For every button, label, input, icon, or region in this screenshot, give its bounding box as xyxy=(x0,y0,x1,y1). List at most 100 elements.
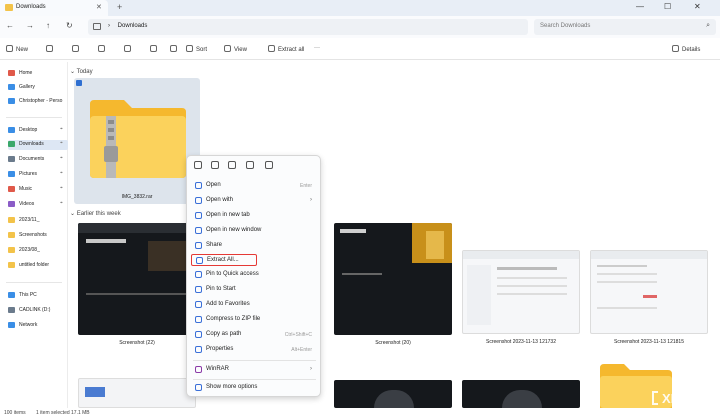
pc-icon xyxy=(8,292,15,298)
view-label: View xyxy=(234,47,247,53)
menu-item-compress-zip[interactable]: Compress to ZIP file xyxy=(191,314,318,326)
menu-item-open-new-window[interactable]: Open in new window xyxy=(191,225,318,237)
sidebar-item-documents[interactable]: Documents ⌖ xyxy=(8,155,68,165)
selection-checkbox[interactable] xyxy=(76,80,82,86)
cut-icon[interactable] xyxy=(46,45,56,53)
sidebar-item-screenshots[interactable]: Screenshots xyxy=(8,231,68,241)
menu-item-add-favorites[interactable]: Add to Favorites xyxy=(191,299,318,311)
new-tab-button[interactable]: + xyxy=(117,2,122,12)
chevron-right-icon: › xyxy=(310,197,312,203)
group-header-today[interactable]: ⌄ Today xyxy=(70,68,93,75)
file-name: Screenshot 2023-11-13 121815 xyxy=(614,339,684,345)
sidebar-item-folder[interactable]: 2023/08_ xyxy=(8,246,68,256)
sidebar-item-gallery[interactable]: Gallery xyxy=(8,83,68,93)
copy-icon[interactable] xyxy=(211,161,219,169)
sort-icon xyxy=(186,45,193,52)
breadcrumb[interactable]: › Downloads xyxy=(108,23,147,29)
rename-icon[interactable] xyxy=(228,161,236,169)
sort-button[interactable]: Sort xyxy=(186,45,207,53)
sidebar-item-downloads[interactable]: Downloads ⌖ xyxy=(8,140,68,150)
delete-icon[interactable] xyxy=(170,45,180,53)
back-button[interactable]: ← xyxy=(6,21,14,30)
sidebar-item-onedrive[interactable]: Christopher - Perso xyxy=(8,97,68,107)
file-tile[interactable]: Screenshot (20) xyxy=(334,223,452,349)
menu-item-open-new-tab[interactable]: Open in new tab xyxy=(191,210,318,222)
menu-item-properties[interactable]: Properties Alt+Enter xyxy=(191,344,318,356)
breadcrumb-downloads[interactable]: Downloads xyxy=(118,23,148,29)
up-button[interactable]: ↑ xyxy=(46,21,50,30)
xda-watermark: XDA xyxy=(650,387,714,409)
share-icon[interactable] xyxy=(246,161,254,169)
tab-close-button[interactable]: ✕ xyxy=(96,3,102,11)
sidebar-item-folder[interactable]: 2023/11_ xyxy=(8,216,68,226)
forward-button[interactable]: → xyxy=(26,21,34,30)
menu-item-winrar[interactable]: WinRAR › xyxy=(191,364,318,376)
details-button[interactable]: Details xyxy=(672,45,700,53)
pin-icon: ⌖ xyxy=(60,155,63,161)
file-tile[interactable] xyxy=(78,378,196,408)
menu-item-show-more-options[interactable]: Show more options xyxy=(191,382,318,394)
close-window-button[interactable]: ✕ xyxy=(694,2,701,11)
file-tile[interactable] xyxy=(334,380,452,408)
share-icon[interactable] xyxy=(150,45,160,53)
menu-item-open[interactable]: Open Enter xyxy=(191,180,318,192)
new-button[interactable]: New xyxy=(6,45,28,53)
screenshot-thumbnail xyxy=(334,380,452,408)
video-icon xyxy=(8,201,15,207)
rename-icon[interactable] xyxy=(124,45,134,53)
menu-shortcut: Alt+Enter xyxy=(291,347,312,353)
refresh-button[interactable]: ↻ xyxy=(66,21,73,30)
search-input[interactable]: Search Downloads ⌕ xyxy=(534,19,716,35)
sidebar-item-label: Screenshots xyxy=(19,232,47,238)
maximize-button[interactable]: ☐ xyxy=(664,2,671,11)
menu-item-pin-quick-access[interactable]: Pin to Quick access xyxy=(191,269,318,281)
details-icon xyxy=(672,45,679,52)
more-options-button[interactable]: ··· xyxy=(314,45,320,51)
sidebar-item-network[interactable]: Network xyxy=(8,321,68,331)
cloud-icon xyxy=(8,98,15,104)
file-tile[interactable]: Screenshot 2023-11-13 121815 xyxy=(590,250,708,350)
sidebar-item-pictures[interactable]: Pictures ⌖ xyxy=(8,170,68,180)
extract-all-button[interactable]: Extract all xyxy=(268,45,304,53)
view-button[interactable]: View xyxy=(224,45,247,53)
sidebar-item-cadlink-drive[interactable]: CADLINK (D:) xyxy=(8,306,68,316)
menu-item-pin-start[interactable]: Pin to Start xyxy=(191,284,318,296)
sidebar-item-label: Home xyxy=(19,70,33,76)
menu-item-label: Open with xyxy=(206,197,234,203)
winrar-icon xyxy=(195,366,202,373)
file-tile-selected[interactable]: IMG_3832.rar xyxy=(74,78,200,204)
sidebar-item-label: Network xyxy=(19,322,38,328)
sidebar-item-home[interactable]: Home xyxy=(8,69,68,79)
file-tile[interactable] xyxy=(462,380,580,408)
new-label: New xyxy=(16,47,29,53)
minimize-button[interactable]: — xyxy=(636,2,644,11)
menu-item-extract-all[interactable]: Extract All... xyxy=(191,254,257,266)
menu-item-label: WinRAR xyxy=(206,366,230,372)
sidebar-item-videos[interactable]: Videos ⌖ xyxy=(8,200,68,210)
paste-icon[interactable] xyxy=(98,45,108,53)
pictures-icon xyxy=(8,171,15,177)
group-header-earlier-this-week[interactable]: ⌄ Earlier this week xyxy=(70,210,121,217)
file-tile[interactable]: Screenshot 2023-11-13 121732 xyxy=(462,250,580,350)
menu-item-open-with[interactable]: Open with › xyxy=(191,195,318,207)
sidebar-item-label: Downloads xyxy=(19,141,44,147)
item-count: 100 items xyxy=(4,410,26,416)
copy-icon[interactable] xyxy=(72,45,82,53)
menu-item-copy-path[interactable]: Copy as path Ctrl+Shift+C xyxy=(191,329,318,341)
sidebar-item-music[interactable]: Music ⌖ xyxy=(8,185,68,195)
sidebar-item-desktop[interactable]: Desktop ⌖ xyxy=(8,126,68,136)
extract-icon xyxy=(268,45,275,52)
extract-icon xyxy=(196,257,203,264)
menu-item-share[interactable]: Share xyxy=(191,240,318,252)
address-bar[interactable]: › Downloads xyxy=(88,19,528,35)
cut-icon[interactable] xyxy=(194,161,202,169)
network-icon xyxy=(8,322,15,328)
file-tile[interactable]: Screenshot (22) xyxy=(78,223,196,349)
tab-downloads[interactable]: Downloads ✕ xyxy=(0,0,108,16)
sidebar-item-label: Videos xyxy=(19,201,35,207)
copy-glyph xyxy=(72,45,79,52)
delete-icon[interactable] xyxy=(265,161,273,169)
star-icon xyxy=(195,301,202,308)
sidebar-item-untitled-folder[interactable]: untitled folder xyxy=(8,261,68,271)
sidebar-item-this-pc[interactable]: This PC xyxy=(8,291,68,301)
